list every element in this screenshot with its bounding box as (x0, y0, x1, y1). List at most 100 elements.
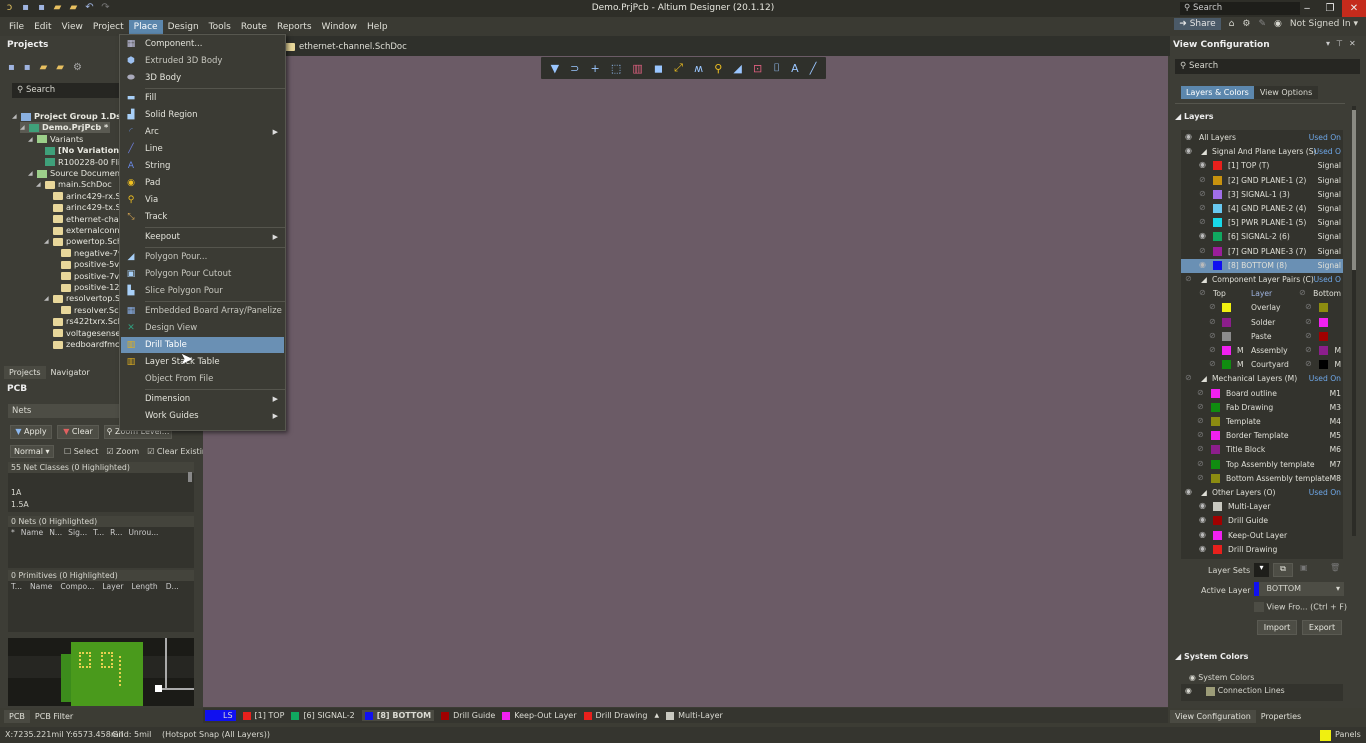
tab-projects[interactable]: Projects (4, 366, 46, 379)
bottom-color-swatch[interactable] (1319, 317, 1328, 327)
tab-properties[interactable]: Properties (1256, 710, 1306, 723)
expand-icon[interactable]: ◢ (12, 111, 18, 122)
eye-icon[interactable]: ◉ (1199, 260, 1206, 269)
color-swatch[interactable] (1206, 686, 1216, 696)
expand-icon[interactable]: ◢ (28, 168, 34, 179)
menu-item-layer-stack-table[interactable]: ▥ Layer Stack Table (121, 354, 284, 370)
menu-item-fill[interactable]: ▬ Fill (121, 90, 284, 106)
tab-view-options[interactable]: View Options (1253, 86, 1319, 99)
menu-tools[interactable]: Tools (204, 20, 236, 34)
eye-icon[interactable]: ⊘ (1299, 288, 1306, 297)
layer-tab[interactable]: [1] TOP (242, 711, 284, 720)
pin-icon[interactable]: ⊤ (1336, 39, 1343, 48)
eye-icon[interactable]: ⊘ (1185, 274, 1192, 283)
interactive-route-icon[interactable]: ⤢ (674, 61, 683, 75)
column-header[interactable]: T... (11, 582, 22, 591)
layer-sets-add-button[interactable]: ⧉ (1273, 563, 1293, 577)
diff-pair-icon[interactable]: ʍ (694, 62, 703, 75)
layer-tab[interactable]: Keep-Out Layer (502, 711, 577, 720)
keepout-icon[interactable]: ⌷ (773, 61, 780, 75)
eye-icon[interactable]: ◉ (1199, 530, 1206, 539)
eye-icon[interactable]: ◉ (1199, 515, 1206, 524)
expand-icon[interactable]: ◢ (20, 122, 26, 133)
color-swatch[interactable] (1211, 388, 1220, 398)
board-minimap[interactable] (8, 638, 194, 706)
mechanical-group-row[interactable]: ⊘ ◢ Mechanical Layers (M) Used On (1181, 372, 1343, 386)
import-button[interactable]: Import (1257, 620, 1297, 635)
eye-icon[interactable]: ⊘ (1199, 189, 1206, 198)
eye-icon[interactable]: ⊘ (1305, 317, 1312, 326)
layer-tab[interactable]: Drill Drawing (583, 711, 647, 720)
tab-view-configuration[interactable]: View Configuration (1170, 710, 1256, 723)
global-search-input[interactable]: ⚲ Search (1180, 2, 1300, 15)
line-icon[interactable]: ╱ (810, 62, 817, 75)
color-swatch[interactable] (1213, 502, 1222, 512)
menu-item-object-from-file[interactable]: Object From File (121, 371, 284, 387)
menu-item-slice-polygon-pour[interactable]: ▙ Slice Polygon Pour (121, 283, 284, 299)
layer-row[interactable]: ⊘ [5] PWR PLANE-1 (5) Signal (1181, 216, 1343, 230)
column-header[interactable]: D... (166, 582, 179, 591)
eye-icon[interactable]: ⊘ (1197, 444, 1204, 453)
apply-button[interactable]: ▼ Apply (10, 425, 52, 439)
more-layers-icon[interactable]: ▲ (654, 712, 659, 719)
other-group-row[interactable]: ◉ ◢ Other Layers (O) Used On (1181, 486, 1343, 500)
signal-group-row[interactable]: ◉ ◢ Signal And Plane Layers (S) Used O (1181, 145, 1343, 159)
tree-item[interactable]: negative-7v-reg (52, 248, 120, 259)
cross-icon[interactable]: + (591, 62, 600, 75)
panel-menu-icon[interactable]: ▾ (1326, 39, 1330, 48)
eye-icon[interactable]: ⊘ (1185, 373, 1192, 382)
tree-item[interactable]: voltagesense.SchDoc (44, 328, 120, 339)
color-swatch[interactable] (1213, 189, 1222, 199)
tree-item[interactable]: ethernet-channel.SchDoc (44, 214, 120, 225)
mechanical-layer-row[interactable]: ⊘ Board outline M1 (1181, 387, 1343, 401)
column-header[interactable]: Compo... (60, 582, 94, 591)
pcb-mode-select[interactable]: Nets (8, 404, 124, 418)
home-icon[interactable]: ⌂ (1229, 19, 1235, 29)
minimize-button[interactable]: ‒ (1296, 0, 1318, 17)
eye-icon[interactable]: ⊘ (1209, 302, 1216, 311)
select-rect-icon[interactable]: ⬚ (611, 62, 621, 75)
bottom-color-swatch[interactable] (1319, 360, 1328, 370)
color-swatch[interactable] (1213, 544, 1222, 554)
menu-item-embedded-board-array-panelize[interactable]: ▦ Embedded Board Array/Panelize (121, 303, 284, 319)
all-layers-row[interactable]: ◉ All Layers Used On (1181, 131, 1343, 145)
menu-item-polygon-pour[interactable]: ◢ Polygon Pour... (121, 249, 284, 265)
menu-item-via[interactable]: ⚲ Via (121, 192, 284, 208)
layer-row[interactable]: ⊘ [7] GND PLANE-3 (7) Signal (1181, 245, 1343, 259)
eye-icon[interactable]: ⊘ (1199, 217, 1206, 226)
eye-icon[interactable]: ⊘ (1197, 416, 1204, 425)
eye-icon[interactable]: ⊘ (1197, 402, 1204, 411)
column-header[interactable]: T... (93, 528, 104, 537)
dimension-icon[interactable]: ⊡ (753, 62, 762, 75)
close-button[interactable]: ✕ (1342, 0, 1366, 17)
eye-icon[interactable]: ⊘ (1199, 288, 1206, 297)
panels-button[interactable]: Panels (1335, 727, 1361, 743)
mechanical-layer-row[interactable]: ⊘ Fab Drawing M3 (1181, 401, 1343, 415)
component-pair-row[interactable]: ⊘ M Assembly ⊘ M (1181, 344, 1343, 358)
eye-icon[interactable]: ⊘ (1209, 317, 1216, 326)
menu-item-drill-table[interactable]: ▥ Drill Table (121, 337, 284, 353)
tree-item[interactable]: externalconnect (44, 225, 120, 236)
color-swatch[interactable] (1213, 246, 1222, 256)
other-layer-row[interactable]: ◉ Multi-Layer (1181, 500, 1343, 514)
menu-item-pad[interactable]: ◉ Pad (121, 175, 284, 191)
tree-item[interactable]: ◢ resolvertop.SchDoc (44, 293, 120, 304)
polygon-icon[interactable]: ◢ (733, 62, 741, 75)
tree-item[interactable]: arinc429-rx.SchDoc (44, 191, 120, 202)
component-pair-row[interactable]: ⊘ M Courtyard ⊘ M (1181, 358, 1343, 372)
tree-item[interactable]: ◢ Variants (28, 134, 83, 145)
tree-item[interactable]: ◢ Source Documents (28, 168, 120, 179)
eye-icon[interactable]: ⊘ (1199, 246, 1206, 255)
close-icon[interactable]: ✕ (1349, 39, 1356, 48)
color-swatch[interactable] (1213, 218, 1222, 228)
layer-sets-dropdown[interactable]: ▾ (1254, 563, 1269, 577)
color-swatch[interactable] (1211, 445, 1220, 455)
clear-button[interactable]: ▼ Clear (57, 425, 99, 439)
column-header[interactable]: Sig... (68, 528, 87, 537)
mechanical-layer-row[interactable]: ⊘ Title Block M6 (1181, 443, 1343, 457)
collapse-icon[interactable]: ◢ (1201, 374, 1207, 383)
component-header-row[interactable]: ⊘ Top Layer ⊘ Bottom (1181, 287, 1343, 301)
zoom-checkbox[interactable]: ☑ Zoom (106, 447, 139, 456)
eye-icon[interactable]: ⊘ (1199, 203, 1206, 212)
settings-icon[interactable]: ⚙ (1242, 19, 1250, 29)
